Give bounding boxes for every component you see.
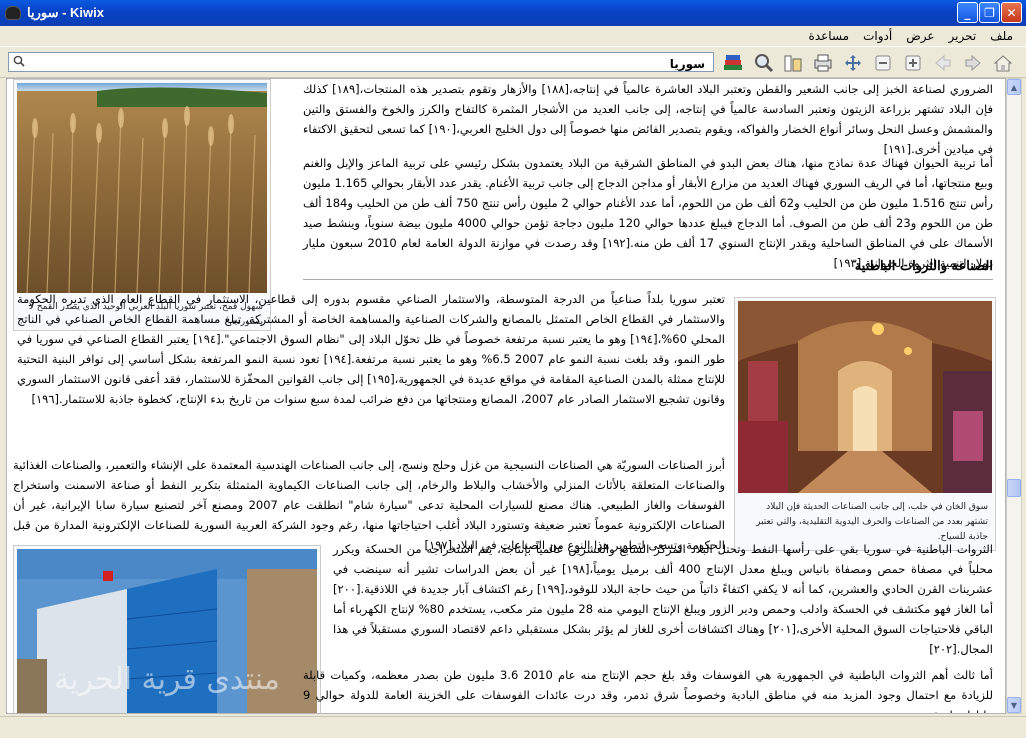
print-icon[interactable]: [810, 51, 836, 75]
fullscreen-icon[interactable]: [840, 51, 866, 75]
menu-edit[interactable]: تحرير: [942, 29, 984, 43]
close-button[interactable]: ✕: [1001, 2, 1022, 23]
kiwix-window: سوريا - Kiwix _ ❐ ✕ ملف تحرير عرض أدوات …: [0, 0, 1026, 738]
building-photo: منتدى قرية الحرية: [17, 549, 317, 713]
vertical-scrollbar[interactable]: ▲ ▼: [1006, 78, 1022, 714]
forward-icon[interactable]: [930, 51, 956, 75]
industry-heading: الصناعة والثروات الباطنية: [854, 259, 993, 274]
industry-paragraph-3: الثروات الباطنية في سوريا بقي على رأسها …: [333, 542, 993, 656]
search-input[interactable]: [9, 55, 713, 73]
home-icon[interactable]: [990, 51, 1016, 75]
scroll-down-button[interactable]: ▼: [1007, 697, 1021, 713]
status-bar: [0, 716, 1026, 738]
scroll-thumb[interactable]: [1007, 479, 1021, 497]
building-figure: منتدى قرية الحرية: [13, 545, 321, 713]
agriculture-paragraph-1: الضروري لصناعة الخبز إلى جانب الشعير وال…: [303, 82, 993, 156]
scroll-up-button[interactable]: ▲: [1007, 79, 1021, 95]
menu-bar: ملف تحرير عرض أدوات مساعدة: [0, 26, 1026, 45]
maximize-button[interactable]: ❐: [979, 2, 1000, 23]
menu-tools[interactable]: أدوات: [856, 29, 899, 43]
wheat-photo: [17, 83, 267, 294]
toolbar: [0, 46, 1026, 78]
find-icon[interactable]: [751, 51, 777, 75]
forum-watermark: منتدى قرية الحرية: [54, 662, 280, 697]
souq-figure: سوق الخان في حلب، إلى جانب الصناعات الحد…: [734, 297, 996, 551]
zoom-in-icon[interactable]: [900, 51, 926, 75]
heading-rule: [303, 279, 993, 280]
industry-paragraph-4: أما ثالث أهم الثروات الباطنية في الجمهور…: [303, 668, 994, 713]
kiwix-app-icon: [5, 6, 21, 20]
back-icon[interactable]: [960, 51, 986, 75]
menu-view[interactable]: عرض: [899, 29, 941, 43]
window-title: سوريا - Kiwix: [27, 5, 104, 20]
article-view[interactable]: سهول قمح، تعتبر سوريا البلد العربي الوحي…: [6, 78, 1006, 714]
menu-file[interactable]: ملف: [983, 29, 1020, 43]
search-box[interactable]: [8, 52, 714, 73]
books-icon[interactable]: [720, 51, 746, 75]
menu-help[interactable]: مساعدة: [802, 29, 857, 43]
agriculture-paragraph-2: أما تربية الحيوان فهناك عدة نماذج منها، …: [303, 156, 994, 270]
souq-photo: [738, 301, 992, 493]
industry-paragraph-1: تعتبر سوريا بلداً صناعياً من الدرجة المت…: [17, 292, 726, 406]
zoom-out-icon[interactable]: [870, 51, 896, 75]
minimize-button[interactable]: _: [957, 2, 978, 23]
library-icon[interactable]: [780, 51, 806, 75]
search-icon: [13, 55, 25, 67]
souq-caption: سوق الخان في حلب، إلى جانب الصناعات الحد…: [756, 502, 988, 542]
title-bar[interactable]: سوريا - Kiwix _ ❐ ✕: [0, 0, 1026, 26]
